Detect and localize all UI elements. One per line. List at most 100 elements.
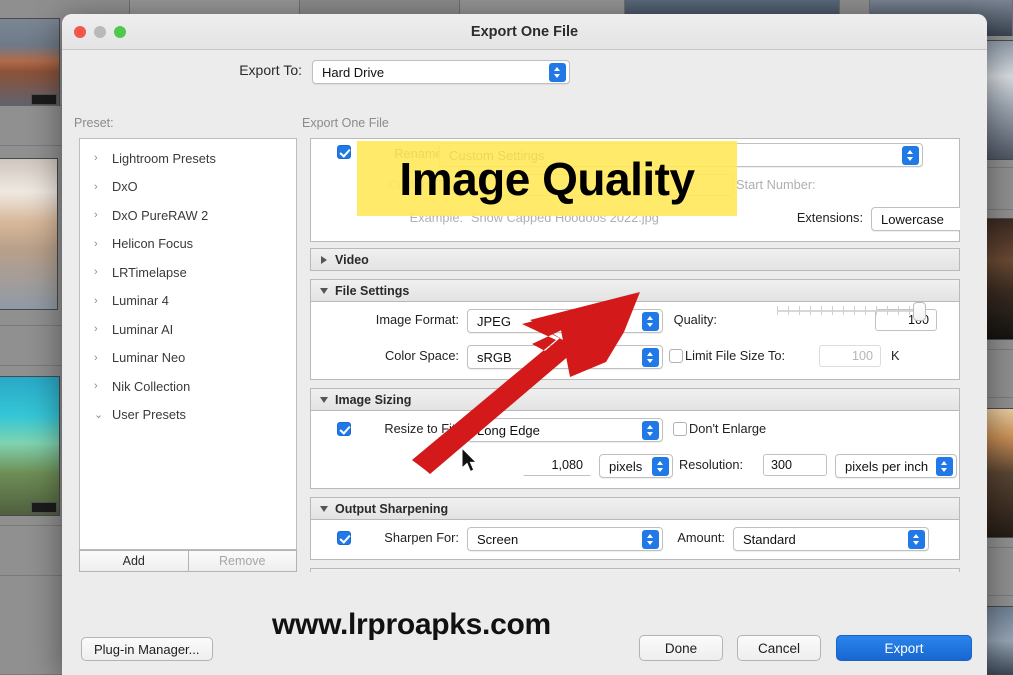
size-unit-select[interactable]: pixels	[599, 454, 673, 478]
preset-item-helicon-focus[interactable]: › Helicon Focus	[80, 230, 296, 259]
chevron-updown-icon[interactable]	[902, 146, 919, 165]
chevron-down-icon[interactable]	[320, 396, 328, 403]
resize-to-fit-label: Resize to Fit:	[384, 421, 459, 436]
video-title: Video	[335, 252, 369, 267]
dialog-footer: Plug-in Manager... Done Cancel Export	[62, 494, 987, 675]
resolution-unit-select[interactable]: pixels per inch	[835, 454, 957, 478]
preset-item-dxo[interactable]: › DxO	[80, 173, 296, 202]
chevron-right-icon[interactable]: ›	[94, 238, 107, 250]
preset-item-nik-collection[interactable]: › Nik Collection	[80, 372, 296, 401]
image-format-value: JPEG	[477, 314, 511, 329]
limit-file-size-input[interactable]: 100	[819, 345, 881, 367]
limit-file-size-checkbox[interactable]	[669, 349, 683, 363]
preset-label: Luminar AI	[112, 321, 174, 337]
watermark-text: www.lrproapks.com	[272, 608, 551, 641]
start-number-label: Start Number:	[736, 177, 816, 192]
resize-mode-value: Long Edge	[477, 423, 540, 438]
preset-label: User Presets	[112, 407, 186, 423]
chevron-updown-icon[interactable]	[642, 348, 659, 367]
chevron-right-icon[interactable]: ›	[94, 295, 107, 307]
chevron-updown-icon[interactable]	[642, 312, 659, 331]
dont-enlarge-checkbox[interactable]	[673, 422, 687, 436]
image-sizing-title: Image Sizing	[335, 392, 412, 407]
chevron-updown-icon[interactable]	[549, 63, 566, 82]
plugin-manager-button[interactable]: Plug-in Manager...	[81, 637, 213, 661]
resolution-row: 1,080 pixels Resolution: 300 pixels per …	[311, 447, 959, 483]
preset-panel: › Lightroom Presets › DxO › DxO PureRAW …	[79, 138, 297, 550]
resize-to-fit-row: Resize to Fit: Long Edge Don't Enlarge	[311, 411, 959, 447]
chevron-updown-icon[interactable]	[642, 421, 659, 440]
image-sizing-header[interactable]: Image Sizing	[310, 388, 960, 411]
preset-item-dxo-pureraw-2[interactable]: › DxO PureRAW 2	[80, 201, 296, 230]
dont-enlarge-label: Don't Enlarge	[689, 421, 767, 436]
resize-to-fit-checkbox[interactable]	[337, 422, 351, 436]
done-button[interactable]: Done	[639, 635, 723, 661]
preset-column-label: Preset:	[74, 116, 114, 130]
zoom-icon[interactable]	[114, 26, 126, 38]
color-space-label: Color Space:	[385, 348, 459, 363]
rename-to-checkbox[interactable]	[337, 145, 351, 159]
photo-thumbnail[interactable]	[0, 18, 60, 108]
chevron-right-icon[interactable]: ›	[94, 266, 107, 278]
color-space-select[interactable]: sRGB	[467, 345, 663, 369]
preset-label: Luminar 4	[112, 293, 169, 309]
quality-slider-thumb[interactable]	[913, 302, 926, 321]
preset-label: Luminar Neo	[112, 350, 186, 366]
preset-item-luminar-neo[interactable]: › Luminar Neo	[80, 344, 296, 373]
preset-item-lrtimelapse[interactable]: › LRTimelapse	[80, 258, 296, 287]
chevron-updown-icon[interactable]	[936, 457, 953, 476]
video-section-header[interactable]: Video	[310, 248, 960, 271]
grid-cell	[0, 106, 62, 146]
quality-label: Quality:	[673, 312, 717, 327]
dialog-title: Export One File	[470, 24, 579, 40]
image-format-select[interactable]: JPEG	[467, 309, 663, 333]
preset-item-user-presets[interactable]: ⌄ User Presets	[80, 401, 296, 430]
export-to-row: Export To: Hard Drive	[62, 50, 987, 94]
chevron-right-icon[interactable]: ›	[94, 323, 107, 335]
photo-thumbnail[interactable]	[0, 376, 60, 516]
chevron-right-icon[interactable]: ›	[94, 209, 107, 221]
image-sizing-body: Resize to Fit: Long Edge Don't Enlarge 1…	[310, 411, 960, 489]
chevron-right-icon[interactable]: ›	[94, 380, 107, 392]
resolution-unit-value: pixels per inch	[845, 459, 929, 474]
export-to-select[interactable]: Hard Drive	[312, 60, 570, 84]
export-button[interactable]: Export	[836, 635, 972, 661]
resize-mode-select[interactable]: Long Edge	[467, 418, 663, 442]
extensions-value: Lowercase	[881, 212, 944, 227]
grid-column-left	[0, 0, 62, 675]
extensions-select[interactable]: Lowercase	[871, 207, 960, 231]
file-settings-header[interactable]: File Settings	[310, 279, 960, 302]
preset-item-luminar-ai[interactable]: › Luminar AI	[80, 315, 296, 344]
quality-slider[interactable]	[777, 302, 926, 321]
preset-label: Nik Collection	[112, 378, 191, 394]
cancel-button[interactable]: Cancel	[737, 635, 821, 661]
minimize-icon[interactable]	[94, 26, 106, 38]
chevron-right-icon[interactable]	[321, 255, 327, 264]
photo-thumbnail[interactable]	[0, 158, 58, 310]
size-input[interactable]: 1,080	[523, 454, 591, 476]
dialog-titlebar[interactable]: Export One File	[62, 14, 987, 50]
chevron-right-icon[interactable]: ›	[94, 181, 107, 193]
preset-item-luminar-4[interactable]: › Luminar 4	[80, 287, 296, 316]
export-one-file-label: Export One File	[302, 116, 389, 130]
preset-item-lightroom-presets[interactable]: › Lightroom Presets	[80, 144, 296, 173]
color-space-row: Color Space: sRGB Limit File Size To: 10…	[311, 338, 959, 374]
close-icon[interactable]	[74, 26, 86, 38]
export-dialog: Export One File Export To: Hard Drive Pr…	[62, 14, 987, 675]
limit-file-size-unit: K	[891, 348, 900, 363]
thumb-badge	[31, 94, 57, 105]
resolution-input[interactable]: 300	[763, 454, 827, 476]
chevron-right-icon[interactable]: ›	[94, 152, 107, 164]
grid-cell	[0, 526, 62, 576]
chevron-down-icon[interactable]: ⌄	[94, 408, 107, 421]
chevron-updown-icon[interactable]	[652, 457, 669, 476]
grid-cell	[0, 326, 62, 366]
grid-cell	[0, 576, 62, 675]
chevron-right-icon[interactable]: ›	[94, 352, 107, 364]
thumb-badge	[31, 502, 57, 513]
highlight-caption: Image Quality	[399, 152, 695, 205]
chevron-down-icon[interactable]	[320, 287, 328, 294]
export-to-label: Export To:	[239, 62, 302, 78]
export-to-value: Hard Drive	[322, 65, 385, 80]
preset-label: LRTimelapse	[112, 264, 187, 280]
